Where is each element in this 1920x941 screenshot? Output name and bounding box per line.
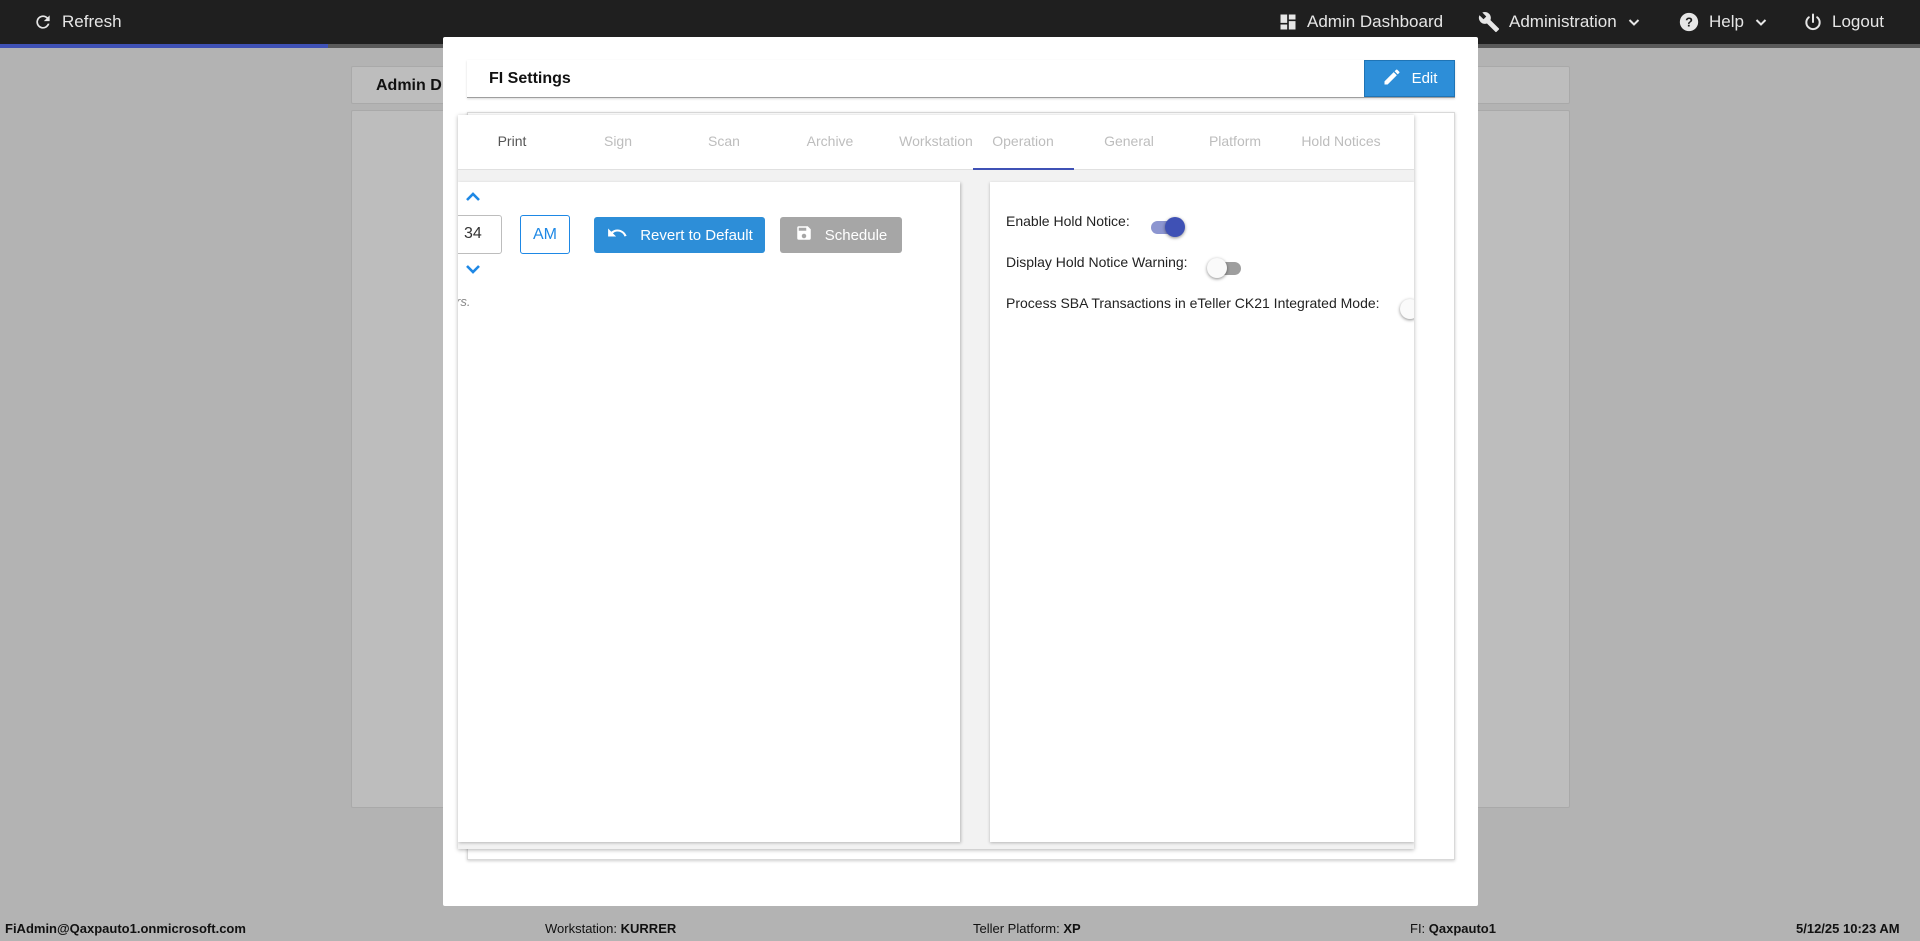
save-icon [795, 224, 813, 246]
chevron-down-icon[interactable] [465, 262, 481, 274]
footer-teller-platform: Teller Platform: XP [973, 921, 1081, 936]
tab-print[interactable]: Print [459, 133, 565, 149]
fi-settings-dialog: FI Settings Edit Print Sign Scan Archive… [443, 37, 1478, 906]
edit-button[interactable]: Edit [1364, 60, 1455, 97]
help-label: Help [1709, 12, 1744, 31]
chevron-down-icon [1755, 16, 1767, 28]
pencil-icon [1382, 67, 1402, 91]
refresh-button[interactable]: Refresh [33, 0, 122, 44]
undo-icon [606, 225, 628, 245]
footer-user: FiAdmin@Qaxpauto1.onmicrosoft.com [5, 921, 246, 936]
dashboard-icon [1278, 12, 1298, 32]
enable-hold-notice-label: Enable Hold Notice: [1006, 213, 1130, 229]
administration-label: Administration [1509, 12, 1617, 31]
footer-workstation: Workstation: KURRER [545, 921, 677, 936]
administration-menu[interactable]: Administration [1478, 0, 1640, 44]
background-page-title: Admin D [376, 77, 442, 94]
tab-sign[interactable]: Sign [565, 133, 671, 149]
display-hold-notice-warning-toggle[interactable] [1207, 257, 1243, 279]
refresh-icon [33, 12, 53, 32]
admin-dashboard-label: Admin Dashboard [1307, 12, 1444, 31]
settings-tabs: Print Sign Scan Archive Workstation Oper… [458, 115, 1414, 170]
footer-datetime: 5/12/25 10:23 AM [1796, 921, 1900, 936]
schedule-hint-text: rs. [458, 294, 471, 309]
chevron-up-icon[interactable] [465, 190, 481, 202]
tab-platform[interactable]: Platform [1182, 133, 1288, 149]
tab-archive[interactable]: Archive [777, 133, 883, 149]
wrench-icon [1478, 11, 1500, 33]
status-bar: FiAdmin@Qaxpauto1.onmicrosoft.com Workst… [0, 915, 1920, 941]
active-tab-indicator [973, 168, 1074, 170]
am-pm-toggle-button[interactable]: AM [520, 215, 570, 254]
tab-general[interactable]: General [1076, 133, 1182, 149]
revert-to-default-button[interactable]: Revert to Default [594, 217, 765, 253]
help-menu[interactable]: ? Help [1678, 0, 1767, 44]
minute-input[interactable]: 34 [458, 215, 502, 254]
schedule-button[interactable]: Schedule [780, 217, 902, 253]
power-icon [1803, 12, 1823, 32]
enable-hold-notice-toggle[interactable] [1149, 216, 1185, 238]
schedule-label: Schedule [824, 226, 888, 244]
revert-to-default-label: Revert to Default [640, 226, 753, 244]
dialog-title: FI Settings [489, 70, 571, 87]
tab-scan[interactable]: Scan [671, 133, 777, 149]
footer-fi: FI: Qaxpauto1 [1410, 921, 1496, 936]
settings-card: Print Sign Scan Archive Workstation Oper… [458, 115, 1414, 849]
logout-button[interactable]: Logout [1803, 0, 1884, 44]
edit-label: Edit [1411, 70, 1438, 87]
logout-label: Logout [1832, 12, 1884, 31]
svg-text:?: ? [1685, 15, 1693, 30]
dialog-header: FI Settings [467, 60, 1455, 98]
help-icon: ? [1678, 11, 1700, 33]
process-sba-transactions-label: Process SBA Transactions in eTeller CK21… [1006, 295, 1380, 311]
refresh-label: Refresh [62, 12, 122, 31]
hold-notice-settings-pane: Enable Hold Notice: Display Hold Notice … [990, 182, 1414, 842]
schedule-pane: 34 AM Revert to Default Schedule rs. [458, 182, 960, 842]
tab-hold-notices[interactable]: Hold Notices [1288, 133, 1394, 149]
chevron-down-icon [1628, 16, 1640, 28]
display-hold-notice-warning-label: Display Hold Notice Warning: [1006, 254, 1188, 270]
process-sba-transactions-toggle[interactable] [1400, 298, 1414, 320]
tab-operation[interactable]: Operation [970, 133, 1076, 149]
